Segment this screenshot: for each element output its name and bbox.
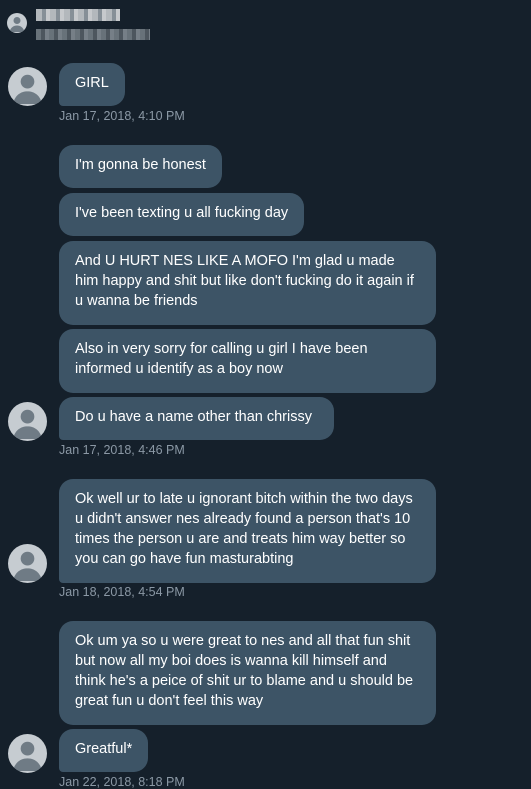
message-bubble[interactable]: GIRL bbox=[59, 63, 125, 106]
message-timestamp: Jan 22, 2018, 8:18 PM bbox=[59, 775, 185, 789]
message-bubble[interactable]: Greatful* bbox=[59, 729, 149, 772]
message-bubble[interactable]: I've been texting u all fucking day bbox=[59, 193, 305, 236]
message-bubble[interactable]: Also in very sorry for calling u girl I … bbox=[59, 329, 436, 393]
contact-handle-redacted bbox=[36, 29, 150, 40]
message-bubble[interactable]: And U HURT NES LIKE A MOFO I'm glad u ma… bbox=[59, 241, 436, 325]
contact-name-redacted bbox=[36, 9, 120, 21]
message-bubble[interactable]: Do u have a name other than chrissy bbox=[59, 397, 334, 440]
sender-avatar[interactable] bbox=[8, 734, 47, 773]
sender-avatar[interactable] bbox=[8, 544, 47, 583]
message-timestamp: Jan 17, 2018, 4:46 PM bbox=[59, 443, 185, 457]
message-timestamp: Jan 17, 2018, 4:10 PM bbox=[59, 109, 185, 123]
message-bubble[interactable]: I'm gonna be honest bbox=[59, 145, 222, 188]
message-timestamp: Jan 18, 2018, 4:54 PM bbox=[59, 585, 185, 599]
message-bubble[interactable]: Ok well ur to late u ignorant bitch with… bbox=[59, 479, 436, 583]
sender-avatar[interactable] bbox=[8, 67, 47, 106]
conversation-header bbox=[0, 0, 531, 44]
message-bubble[interactable]: Ok um ya so u were great to nes and all … bbox=[59, 621, 436, 725]
sender-avatar[interactable] bbox=[8, 402, 47, 441]
contact-avatar[interactable] bbox=[7, 13, 27, 33]
